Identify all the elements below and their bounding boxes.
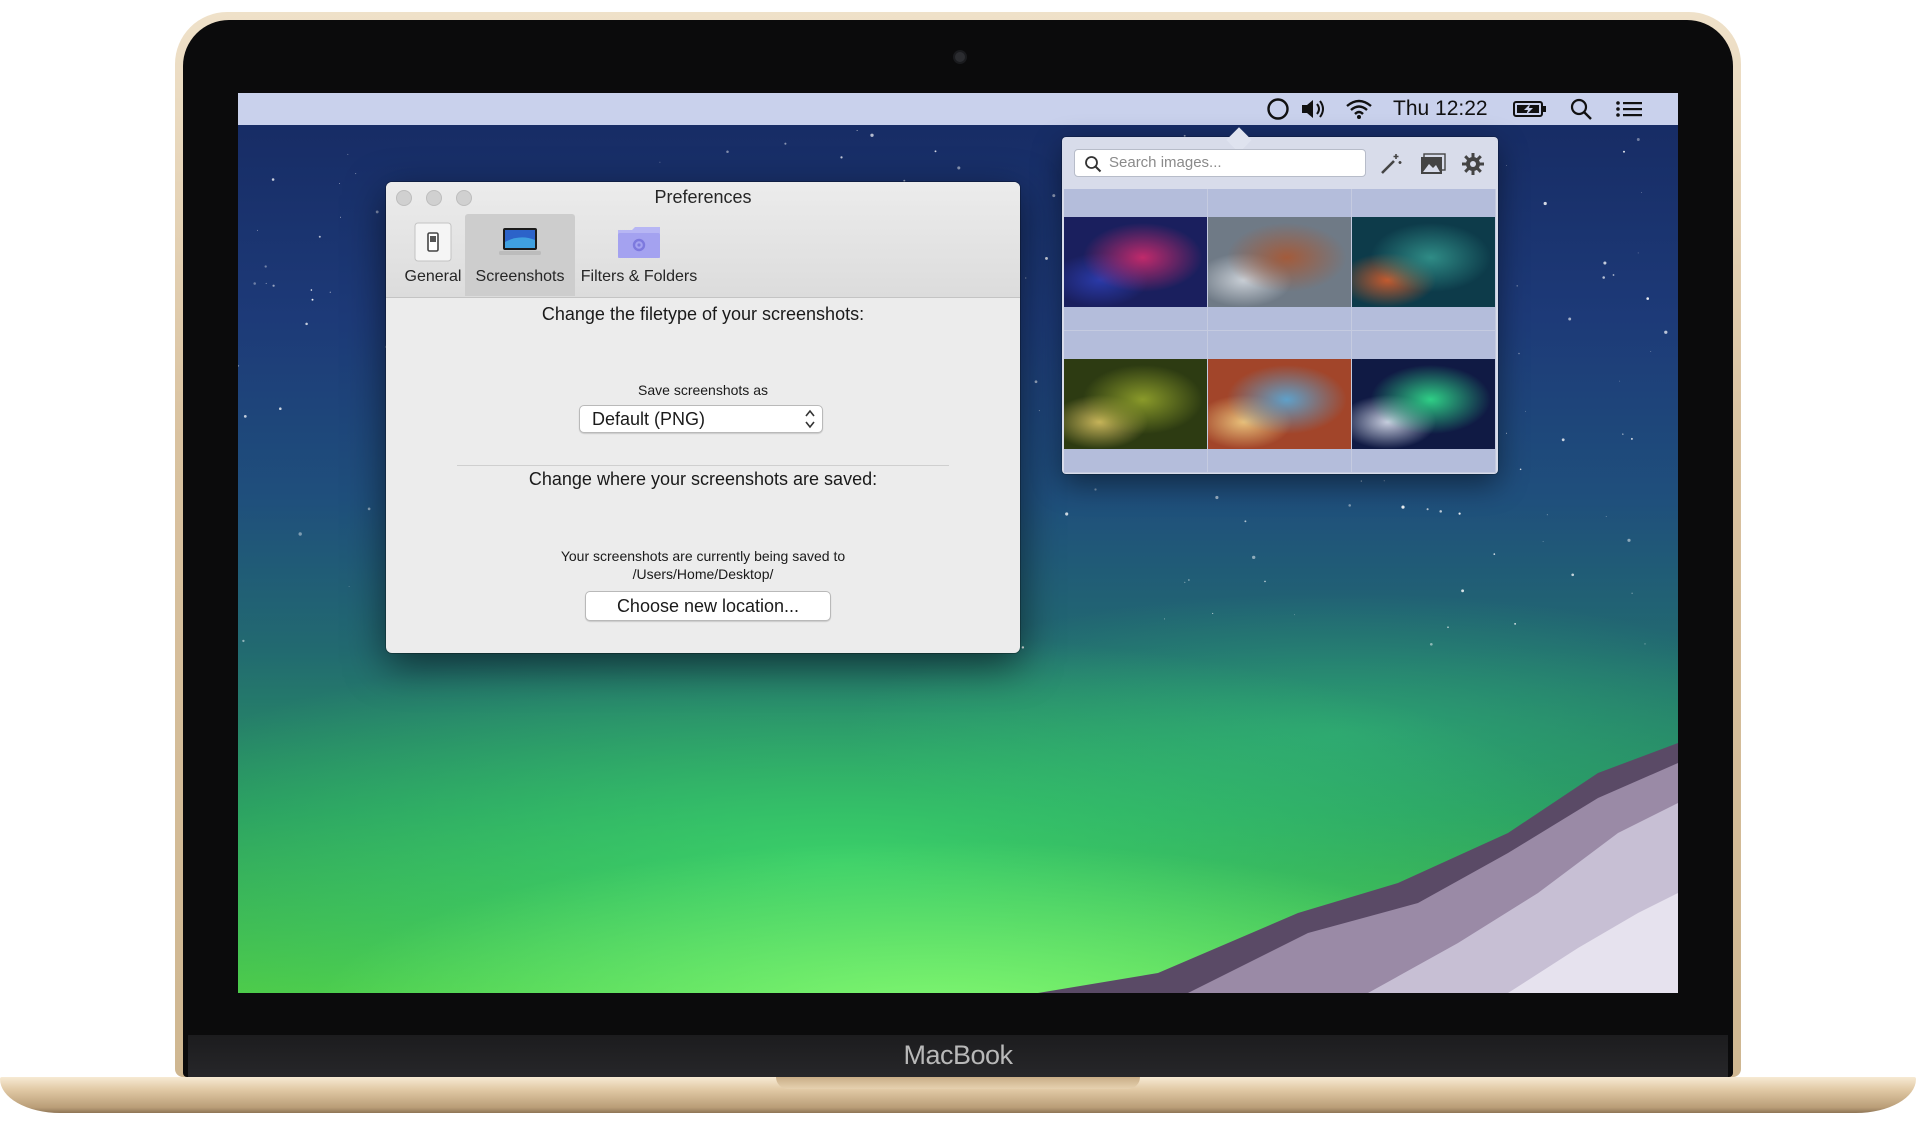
thumbnail-cell[interactable] <box>1352 331 1496 473</box>
thumbnail-teal-nebula[interactable] <box>1352 217 1495 307</box>
tab-general[interactable]: General <box>394 214 472 296</box>
menubar-clock[interactable]: Thu 12:22 <box>1393 93 1488 125</box>
desktop: Thu 12:22 Preferences General Screenshot… <box>238 93 1678 993</box>
tab-label: Filters & Folders <box>580 268 698 285</box>
preferences-window: Preferences General Screenshots Filters … <box>386 182 1020 653</box>
thumbnail-cell[interactable] <box>1064 331 1208 473</box>
app-circle-icon[interactable] <box>1266 93 1290 125</box>
up-down-arrows-icon <box>804 408 816 435</box>
search-placeholder: Search images... <box>1109 154 1222 171</box>
magic-wand-icon[interactable] <box>1376 149 1406 179</box>
menu-bar: Thu 12:22 <box>238 93 1678 125</box>
spotlight-search-icon[interactable] <box>1569 93 1593 125</box>
gear-icon[interactable] <box>1458 149 1488 179</box>
window-title: Preferences <box>654 187 752 207</box>
thumbnail-cell[interactable] <box>1064 189 1208 331</box>
tab-filters-folders[interactable]: Filters & Folders <box>577 214 701 296</box>
switch-icon <box>414 222 452 262</box>
snowy-mountain <box>1038 743 1678 993</box>
base-notch <box>776 1077 1140 1089</box>
notification-center-icon[interactable] <box>1615 93 1643 125</box>
location-description: Your screenshots are currently being sav… <box>560 548 846 564</box>
thumbnail-orion-nebula[interactable] <box>1208 359 1351 449</box>
section-divider <box>457 465 949 466</box>
gear-folder-icon <box>616 222 662 262</box>
thumbnail-cell[interactable] <box>1352 189 1496 331</box>
location-heading: Change where your screenshots are saved: <box>528 469 878 489</box>
filetype-select[interactable]: Default (PNG) <box>579 405 823 433</box>
tab-screenshots[interactable]: Screenshots <box>465 214 575 296</box>
location-path: /Users/Home/Desktop/ <box>632 566 774 582</box>
image-icon[interactable] <box>1418 149 1448 179</box>
tab-label: General <box>404 268 462 285</box>
laptop-icon <box>498 222 542 262</box>
wifi-icon[interactable] <box>1344 93 1374 125</box>
filetype-select-value: Default (PNG) <box>592 409 706 429</box>
tab-label: Screenshots <box>475 268 565 285</box>
thumbnail-forest[interactable] <box>1064 359 1207 449</box>
window-toolbar: Preferences General Screenshots Filters … <box>386 182 1020 298</box>
volume-icon[interactable] <box>1300 93 1328 125</box>
battery-charging-icon[interactable] <box>1512 93 1548 125</box>
device-brand: MacBook <box>903 1040 1013 1070</box>
search-icon <box>1085 156 1102 173</box>
thumbnail-cell[interactable] <box>1208 189 1352 331</box>
filetype-label: Save screenshots as <box>638 382 768 398</box>
image-popover: Search images... <box>1062 127 1498 474</box>
search-images-input[interactable]: Search images... <box>1074 149 1366 177</box>
image-grid <box>1064 189 1496 473</box>
choose-location-button[interactable]: Choose new location... <box>585 591 831 621</box>
thumbnail-aurora-landscape[interactable] <box>1352 359 1495 449</box>
filetype-heading: Change the filetype of your screenshots: <box>541 304 865 324</box>
thumbnail-cell[interactable] <box>1208 331 1352 473</box>
thumbnail-galaxy-nebula[interactable] <box>1064 217 1207 307</box>
thumbnail-aerial-church[interactable] <box>1208 217 1351 307</box>
camera <box>953 50 967 64</box>
